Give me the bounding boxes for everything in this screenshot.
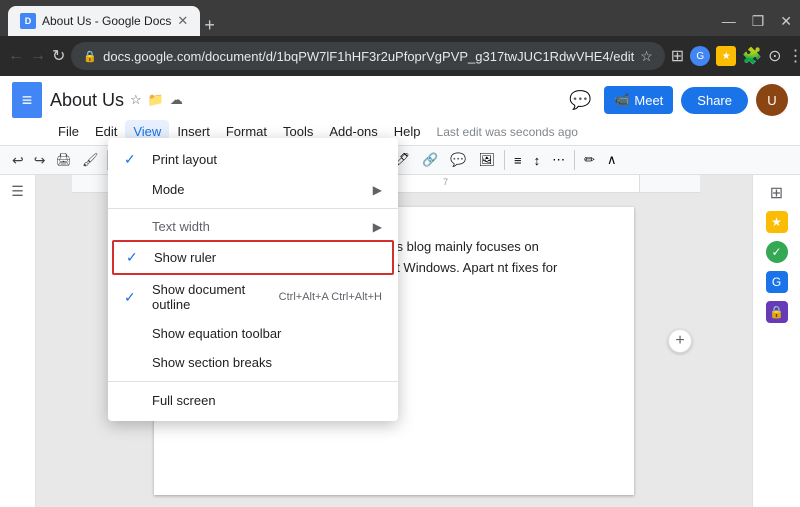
- tab-close-icon[interactable]: ✕: [177, 13, 188, 29]
- share-button[interactable]: Share: [681, 87, 748, 114]
- menu-separator-1: [108, 208, 398, 209]
- url-bar[interactable]: 🔒 docs.google.com/document/d/1bqPW7lF1hH…: [71, 42, 664, 70]
- print-button[interactable]: 🖨: [51, 150, 76, 170]
- docs-title[interactable]: About Us: [50, 90, 124, 111]
- check-ruler-icon: ✓: [126, 249, 146, 266]
- menu-show-equation[interactable]: Show equation toolbar: [108, 319, 398, 348]
- ext-icon-3[interactable]: ★: [716, 46, 736, 66]
- outline-icon[interactable]: ☰: [11, 183, 24, 200]
- align-button[interactable]: ≡: [509, 151, 527, 170]
- menu-print-layout[interactable]: ✓ Print layout: [108, 144, 398, 175]
- mode-label: Mode: [152, 182, 365, 197]
- show-equation-label: Show equation toolbar: [152, 326, 382, 341]
- back-button[interactable]: ←: [8, 47, 24, 65]
- menu-icon[interactable]: ⋮: [788, 46, 800, 66]
- url-text: docs.google.com/document/d/1bqPW7lF1hHF3…: [103, 49, 634, 64]
- undo-button[interactable]: ↩: [8, 150, 28, 171]
- hide-controls-button[interactable]: ∧: [602, 150, 622, 170]
- menu-fullscreen[interactable]: Full screen: [108, 386, 398, 415]
- comment-inline-button[interactable]: 💬: [445, 150, 471, 170]
- docs-title-row: About Us ☆ 📁 ☁: [50, 90, 556, 111]
- docs-container: ≡ About Us ☆ 📁 ☁ 💬 📹 Meet Share U File E…: [0, 76, 800, 507]
- outline-shortcut: Ctrl+Alt+A Ctrl+Alt+H: [279, 291, 382, 303]
- browser-chrome: D About Us - Google Docs ✕ + — ❒ ✕: [0, 0, 800, 36]
- lock-icon: 🔒: [83, 50, 97, 63]
- maximize-icon[interactable]: ❒: [752, 13, 765, 30]
- check-print-icon: ✓: [124, 151, 144, 168]
- avatar[interactable]: U: [756, 84, 788, 116]
- ext-icon-1[interactable]: ⊞: [671, 46, 684, 66]
- show-ruler-label: Show ruler: [154, 250, 380, 265]
- line-spacing-button[interactable]: ↕: [529, 151, 546, 170]
- forward-button[interactable]: →: [30, 47, 46, 65]
- browser-tab[interactable]: D About Us - Google Docs ✕: [8, 6, 200, 36]
- mode-arrow-icon: ▶: [373, 183, 382, 197]
- right-icon-3[interactable]: ✓: [766, 241, 788, 263]
- redo-button[interactable]: ↪: [30, 150, 50, 171]
- comment-button[interactable]: 💬: [564, 84, 596, 116]
- left-sidebar: ☰: [0, 175, 36, 507]
- more-button[interactable]: ⋯: [547, 150, 570, 170]
- address-bar: ← → ↻ 🔒 docs.google.com/document/d/1bqPW…: [0, 36, 800, 76]
- show-section-label: Show section breaks: [152, 355, 382, 370]
- doc-cloud-icon[interactable]: ☁: [170, 92, 183, 108]
- menu-show-section[interactable]: Show section breaks: [108, 348, 398, 377]
- extensions-icon[interactable]: 🧩: [742, 46, 762, 66]
- docs-header-right: 💬 📹 Meet Share U: [564, 84, 788, 116]
- toolbar-separator-5: [504, 150, 505, 170]
- docs-header: ≡ About Us ☆ 📁 ☁ 💬 📹 Meet Share U: [0, 76, 800, 118]
- last-edit-text: Last edit was seconds ago: [437, 125, 578, 139]
- toolbar-separator-6: [574, 150, 575, 170]
- menu-item-file[interactable]: File: [50, 120, 87, 143]
- docs-title-area: About Us ☆ 📁 ☁: [50, 90, 556, 111]
- show-outline-label: Show document outline: [152, 282, 271, 312]
- profile-icon[interactable]: ⊙: [768, 46, 781, 66]
- menu-separator-2: [108, 381, 398, 382]
- star-icon[interactable]: ☆: [640, 48, 653, 65]
- docs-logo: ≡: [12, 82, 42, 118]
- view-dropdown-menu: ✓ Print layout Mode ▶ Text width ▶ ✓ Sho…: [108, 138, 398, 421]
- textwidth-arrow-icon: ▶: [373, 220, 382, 234]
- menu-show-ruler[interactable]: ✓ Show ruler: [112, 240, 394, 275]
- right-icon-4[interactable]: G: [766, 271, 788, 293]
- new-tab-button[interactable]: +: [204, 15, 215, 36]
- check-outline-icon: ✓: [124, 289, 144, 306]
- text-width-section[interactable]: Text width ▶: [108, 213, 398, 240]
- text-width-label: Text width: [152, 219, 365, 234]
- doc-location-icon[interactable]: 📁: [148, 92, 164, 108]
- paint-button[interactable]: 🖌: [78, 150, 103, 170]
- right-icon-5[interactable]: 🔒: [766, 301, 788, 323]
- meet-label: Meet: [634, 93, 663, 108]
- link-button[interactable]: 🔗: [417, 150, 443, 170]
- right-panel: ⊞ ★ ✓ G 🔒: [752, 175, 800, 507]
- right-icon-1[interactable]: ⊞: [770, 183, 783, 203]
- menu-show-outline[interactable]: ✓ Show document outline Ctrl+Alt+A Ctrl+…: [108, 275, 398, 319]
- fullscreen-label: Full screen: [152, 393, 382, 408]
- refresh-button[interactable]: ↻: [52, 46, 65, 66]
- add-icon: +: [675, 332, 684, 350]
- window-controls: — ❒ ✕: [722, 13, 792, 36]
- meet-button[interactable]: 📹 Meet: [604, 86, 673, 114]
- add-comment-button[interactable]: +: [668, 329, 692, 353]
- meet-icon: 📹: [614, 92, 630, 108]
- right-icon-2[interactable]: ★: [766, 211, 788, 233]
- image-button[interactable]: 🖼: [473, 150, 500, 170]
- star-doc-icon[interactable]: ☆: [130, 92, 142, 108]
- menu-mode[interactable]: Mode ▶: [108, 175, 398, 204]
- tab-title: About Us - Google Docs: [42, 14, 171, 28]
- close-icon[interactable]: ✕: [780, 13, 792, 30]
- minimize-icon[interactable]: —: [722, 13, 736, 30]
- input-tools-button[interactable]: ✏: [579, 150, 600, 170]
- tab-favicon: D: [20, 13, 36, 29]
- ext-icon-2[interactable]: G: [690, 46, 710, 66]
- print-layout-label: Print layout: [152, 152, 382, 167]
- browser-extensions: ⊞ G ★ 🧩 ⊙ ⋮: [671, 46, 800, 66]
